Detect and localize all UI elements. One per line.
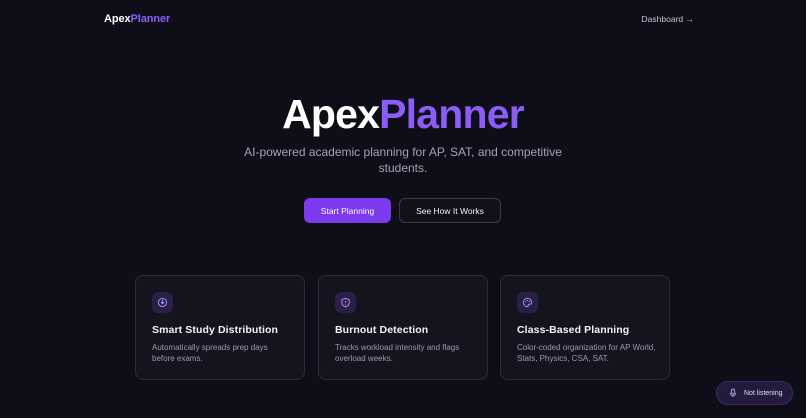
voice-status-button[interactable]: Not listening: [716, 381, 793, 405]
hero-title-planner: Planner: [379, 91, 525, 137]
feature-description: Tracks workload intensity and flags over…: [335, 343, 460, 363]
feature-card-study-distribution: Smart Study Distribution Automatically s…: [135, 275, 305, 380]
feature-card-class-based-planning: Class-Based Planning Color-coded organiz…: [500, 275, 670, 380]
nav-logo-planner: Planner: [130, 13, 171, 25]
microphone-icon: [728, 388, 738, 398]
feature-description: Automatically spreads prep days before e…: [152, 343, 268, 363]
shield-icon: [335, 292, 356, 313]
nav-logo-apex: Apex: [104, 13, 131, 25]
hero-title: ApexPlanner: [0, 88, 806, 140]
voice-status-label: Not listening: [744, 389, 783, 397]
dashboard-link[interactable]: Dashboard →: [642, 14, 694, 24]
feature-description: Color-coded organization for AP World, S…: [517, 343, 656, 363]
see-how-it-works-button[interactable]: See How It Works: [399, 198, 501, 223]
feature-title: Class-Based Planning: [517, 324, 630, 336]
brain-icon: [152, 292, 173, 313]
feature-title: Burnout Detection: [335, 324, 429, 336]
start-planning-button[interactable]: Start Planning: [304, 198, 391, 223]
palette-icon: [517, 292, 538, 313]
feature-card-burnout-detection: Burnout Detection Tracks workload intens…: [318, 275, 488, 380]
hero-subtitle: AI-powered academic planning for AP, SAT…: [244, 145, 562, 175]
nav-logo[interactable]: ApexPlanner: [104, 13, 170, 25]
feature-title: Smart Study Distribution: [152, 324, 279, 336]
hero-title-apex: Apex: [282, 91, 380, 137]
